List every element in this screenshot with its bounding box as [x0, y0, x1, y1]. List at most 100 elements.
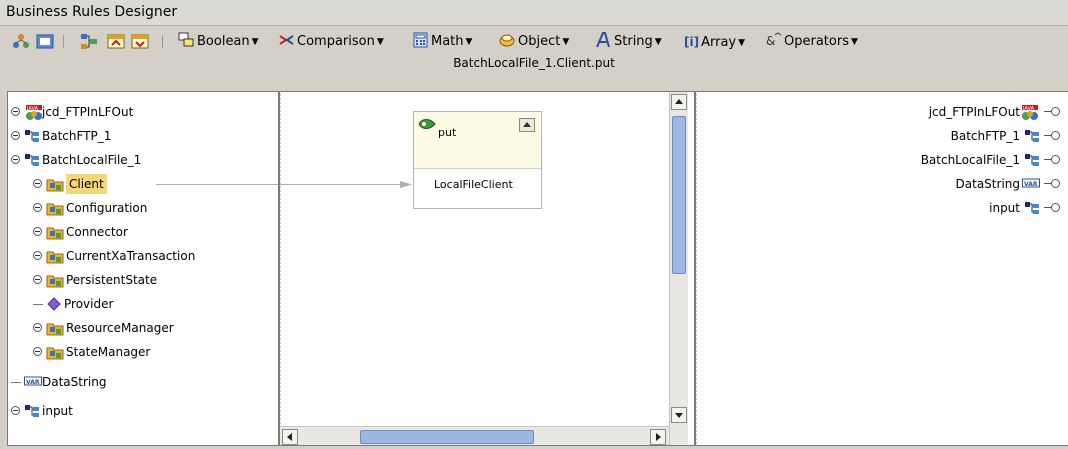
- expand-toggle-icon[interactable]: [33, 179, 42, 188]
- arrow-head-icon: [400, 181, 412, 188]
- expand-toggle-icon[interactable]: [11, 155, 20, 164]
- tree-item[interactable]: input: [8, 401, 276, 421]
- window-titlebar: Business Rules Designer: [0, 0, 1068, 26]
- toolbar: Boolean ▼ Comparison ▼ Math ▼ Object ▼ Strin…: [0, 26, 1068, 56]
- tree-item-label: jcd_FTPInLFOut: [928, 105, 1020, 119]
- scroll-right-button[interactable]: [650, 429, 666, 445]
- class-folder-icon: [46, 203, 64, 216]
- expand-toggle-icon[interactable]: [11, 131, 20, 140]
- object-menu[interactable]: Object ▼: [499, 32, 569, 52]
- tree-item-label: input: [989, 201, 1020, 215]
- tree-item-label: DataString: [42, 375, 107, 389]
- tree-item[interactable]: BatchLocalFile_1: [700, 150, 1060, 170]
- method-node-param[interactable]: LocalFileClient: [434, 178, 513, 191]
- class-folder-icon: [46, 323, 64, 336]
- tree-item[interactable]: jcd_FTPInLFOut JAVA: [700, 102, 1060, 122]
- scroll-down-button[interactable]: [671, 407, 687, 423]
- expand-toggle-icon[interactable]: [33, 251, 42, 260]
- scroll-up-button[interactable]: [671, 94, 687, 110]
- boolean-icon: [178, 32, 194, 47]
- tree-item[interactable]: Provider: [8, 294, 276, 314]
- component-icon: [1025, 154, 1039, 166]
- collaboration-tree-icon[interactable]: [12, 33, 30, 50]
- horizontal-scroll-thumb[interactable]: [360, 430, 534, 444]
- chevron-down-icon: ▼: [251, 37, 259, 47]
- class-folder-icon: [46, 179, 64, 192]
- arrow-up-icon: [675, 99, 683, 104]
- port-connector-icon[interactable]: [1044, 131, 1060, 140]
- form-icon[interactable]: [36, 33, 54, 50]
- tree-item-label: Client: [66, 174, 107, 194]
- expand-toggle-icon[interactable]: [11, 406, 20, 415]
- svg-text:VAR: VAR: [26, 379, 40, 386]
- vertical-scroll-thumb[interactable]: [672, 116, 686, 274]
- math-menu[interactable]: Math ▼: [412, 32, 472, 52]
- array-menu[interactable]: [i] Array ▼: [684, 32, 745, 52]
- tree-item[interactable]: JAVA jcd_FTPInLFOut: [8, 102, 276, 122]
- operators-icon: &: [766, 32, 782, 48]
- scroll-left-button[interactable]: [282, 429, 298, 445]
- method-path-bar: BatchLocalFile_1.Client.put: [0, 56, 1068, 88]
- vertical-scrollbar[interactable]: [669, 92, 688, 445]
- table-up-icon[interactable]: [107, 33, 125, 50]
- panel-edge: [696, 92, 697, 445]
- destination-tree-panel[interactable]: jcd_FTPInLFOut JAVA BatchFTP_1 BatchLocalFi…: [695, 91, 1068, 446]
- expand-toggle-icon[interactable]: [33, 227, 42, 236]
- port-connector-icon[interactable]: [1044, 155, 1060, 164]
- expand-toggle-icon[interactable]: [33, 323, 42, 332]
- chevron-down-icon: ▼: [562, 37, 570, 47]
- tree-item[interactable]: input: [700, 198, 1060, 218]
- tree-item[interactable]: DataString VAR: [700, 174, 1060, 194]
- tree-item[interactable]: Client: [8, 174, 276, 194]
- tree-item[interactable]: CurrentXaTransaction: [8, 246, 276, 266]
- expand-toggle-icon[interactable]: [33, 347, 42, 356]
- class-folder-icon: [46, 251, 64, 264]
- expand-toggle-icon[interactable]: [33, 275, 42, 284]
- mapping-canvas[interactable]: put LocalFileClient: [279, 91, 695, 446]
- string-menu[interactable]: String ▼: [595, 32, 662, 52]
- tree-item[interactable]: ResourceManager: [8, 318, 276, 338]
- object-icon: [499, 34, 515, 47]
- tree-item[interactable]: BatchFTP_1: [8, 126, 276, 146]
- boolean-menu[interactable]: Boolean ▼: [178, 32, 259, 52]
- horizontal-scrollbar[interactable]: [280, 426, 669, 445]
- chevron-down-icon: ▼: [376, 37, 384, 47]
- expand-toggle-icon[interactable]: [33, 203, 42, 212]
- toolbar-separator: [63, 35, 64, 48]
- port-connector-icon[interactable]: [1044, 179, 1060, 188]
- chevron-down-icon: ▼: [850, 37, 858, 47]
- tree-item[interactable]: BatchFTP_1: [700, 126, 1060, 146]
- class-folder-icon: [46, 275, 64, 288]
- calculator-icon: [413, 32, 428, 48]
- operators-menu[interactable]: & Operators ▼: [765, 32, 858, 52]
- method-icon: [418, 119, 436, 129]
- port-connector-icon[interactable]: [1044, 203, 1060, 212]
- tree-item[interactable]: Configuration: [8, 198, 276, 218]
- tree-item[interactable]: PersistentState: [8, 270, 276, 290]
- tree-item-label: jcd_FTPInLFOut: [42, 105, 134, 119]
- method-node-put[interactable]: put LocalFileClient: [413, 111, 542, 209]
- arrow-left-icon: [287, 433, 292, 441]
- tree-item[interactable]: StateManager: [8, 342, 276, 362]
- array-icon: [i]: [684, 35, 700, 49]
- tree-item[interactable]: Connector: [8, 222, 276, 242]
- expand-toggle-icon[interactable]: [11, 107, 20, 116]
- tree-item[interactable]: BatchLocalFile_1: [8, 150, 276, 170]
- window-title: Business Rules Designer: [6, 4, 178, 20]
- collapse-button[interactable]: [519, 118, 535, 132]
- component-icon: [1025, 130, 1039, 142]
- expand-all-icon[interactable]: [80, 33, 98, 50]
- method-path: BatchLocalFile_1.Client.put: [453, 56, 615, 70]
- port-connector-icon[interactable]: [1044, 107, 1060, 116]
- table-down-icon[interactable]: [131, 33, 149, 50]
- component-icon: [25, 154, 39, 166]
- tree-item[interactable]: VAR DataString: [8, 372, 276, 392]
- tree-item-label: DataString: [955, 177, 1020, 191]
- tree-item-label: input: [42, 404, 73, 418]
- tree-item-label: BatchFTP_1: [42, 129, 112, 143]
- tree-item-label: StateManager: [66, 345, 151, 359]
- comparison-menu[interactable]: Comparison ▼: [278, 32, 384, 52]
- component-icon: [25, 405, 39, 417]
- source-tree-panel[interactable]: JAVA jcd_FTPInLFOut BatchFTP_1 BatchLocalFi…: [7, 91, 279, 446]
- component-icon: [1025, 202, 1039, 214]
